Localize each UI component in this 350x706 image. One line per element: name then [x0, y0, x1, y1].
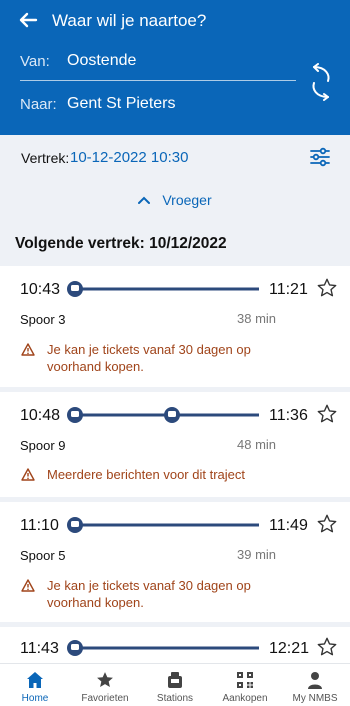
back-arrow-icon[interactable]	[18, 10, 38, 30]
departure-time: 10:43	[20, 281, 61, 298]
route-line	[67, 407, 259, 423]
nav-home[interactable]: Home	[0, 664, 70, 706]
favorite-star-icon[interactable]	[316, 277, 338, 299]
nav-purchases[interactable]: Aankopen	[210, 664, 280, 706]
to-station-field[interactable]: Gent St Pieters	[67, 95, 176, 113]
warning-message: Je kan je tickets vanaf 30 dagen op voor…	[47, 578, 251, 610]
departure-time: 11:43	[20, 640, 59, 657]
platform-label: Spoor 3	[20, 312, 66, 327]
field-divider	[20, 80, 296, 81]
platform-label: Spoor 9	[20, 438, 66, 453]
chevron-up-icon	[138, 196, 151, 204]
route-line	[67, 640, 259, 656]
route-line	[67, 281, 259, 297]
trip-duration: 38 min	[237, 311, 277, 326]
departure-datetime[interactable]: 10-12-2022 10:30	[70, 149, 188, 166]
favorite-star-icon[interactable]	[316, 403, 338, 425]
header: Waar wil je naartoe? Van: Oostende Naar:…	[0, 0, 350, 135]
filter-settings-icon[interactable]	[308, 145, 332, 169]
nav-purchases-label: Aankopen	[222, 693, 268, 704]
trip-card[interactable]: 10:48 11:36 Spoor 9 48 min Meerdere beri…	[0, 392, 350, 497]
arrival-time: 12:21	[269, 640, 310, 657]
warning-icon	[21, 343, 35, 356]
to-label: Naar:	[20, 96, 57, 113]
favorite-star-icon[interactable]	[316, 513, 338, 535]
nav-account[interactable]: My NMBS	[280, 664, 350, 706]
arrival-time: 11:49	[269, 517, 308, 534]
trip-card[interactable]: 11:10 11:49 Spoor 5 39 min Je kan je tic…	[0, 502, 350, 622]
departure-label: Vertrek:	[21, 150, 70, 166]
star-icon	[97, 672, 113, 687]
nav-stations-label: Stations	[156, 693, 194, 704]
trip-duration: 48 min	[237, 437, 277, 452]
swap-stations-icon[interactable]	[306, 63, 336, 101]
nav-stations[interactable]: Stations	[140, 664, 210, 706]
station-icon	[168, 672, 182, 688]
trip-duration: 39 min	[237, 547, 277, 562]
qr-code-icon	[237, 672, 253, 688]
trip-card[interactable]: 10:43 11:21 Spoor 3 38 min Je kan je tic…	[0, 266, 350, 387]
nav-favorites-label: Favorieten	[81, 693, 129, 704]
nav-account-label: My NMBS	[292, 693, 338, 704]
next-departures-heading: Volgende vertrek: 10/12/2022	[15, 235, 227, 252]
departure-row: Vertrek: 10-12-2022 10:30	[0, 135, 350, 180]
warning-icon	[21, 579, 35, 592]
earlier-button[interactable]: Vroeger	[0, 185, 350, 215]
arrival-time: 11:21	[269, 281, 308, 298]
page-title: Waar wil je naartoe?	[52, 11, 207, 30]
departure-time: 10:48	[20, 407, 61, 424]
warning-message: Meerdere berichten voor dit traject	[47, 467, 245, 482]
warning-icon	[21, 468, 35, 481]
bottom-navigation: Home Favorieten Stations Aankopen My NMB…	[0, 663, 350, 706]
from-label: Van:	[20, 53, 50, 70]
user-icon	[308, 672, 322, 689]
from-station-field[interactable]: Oostende	[67, 52, 136, 70]
nav-home-label: Home	[21, 693, 49, 704]
departure-time: 11:10	[20, 517, 59, 534]
earlier-label: Vroeger	[162, 192, 212, 208]
nav-favorites[interactable]: Favorieten	[70, 664, 140, 706]
trip-card[interactable]: 11:43 12:21	[0, 627, 350, 667]
home-icon	[27, 672, 43, 688]
warning-message: Je kan je tickets vanaf 30 dagen op voor…	[47, 342, 251, 374]
favorite-star-icon[interactable]	[316, 636, 338, 658]
route-line	[67, 517, 259, 533]
arrival-time: 11:36	[269, 407, 308, 424]
platform-label: Spoor 5	[20, 548, 66, 563]
